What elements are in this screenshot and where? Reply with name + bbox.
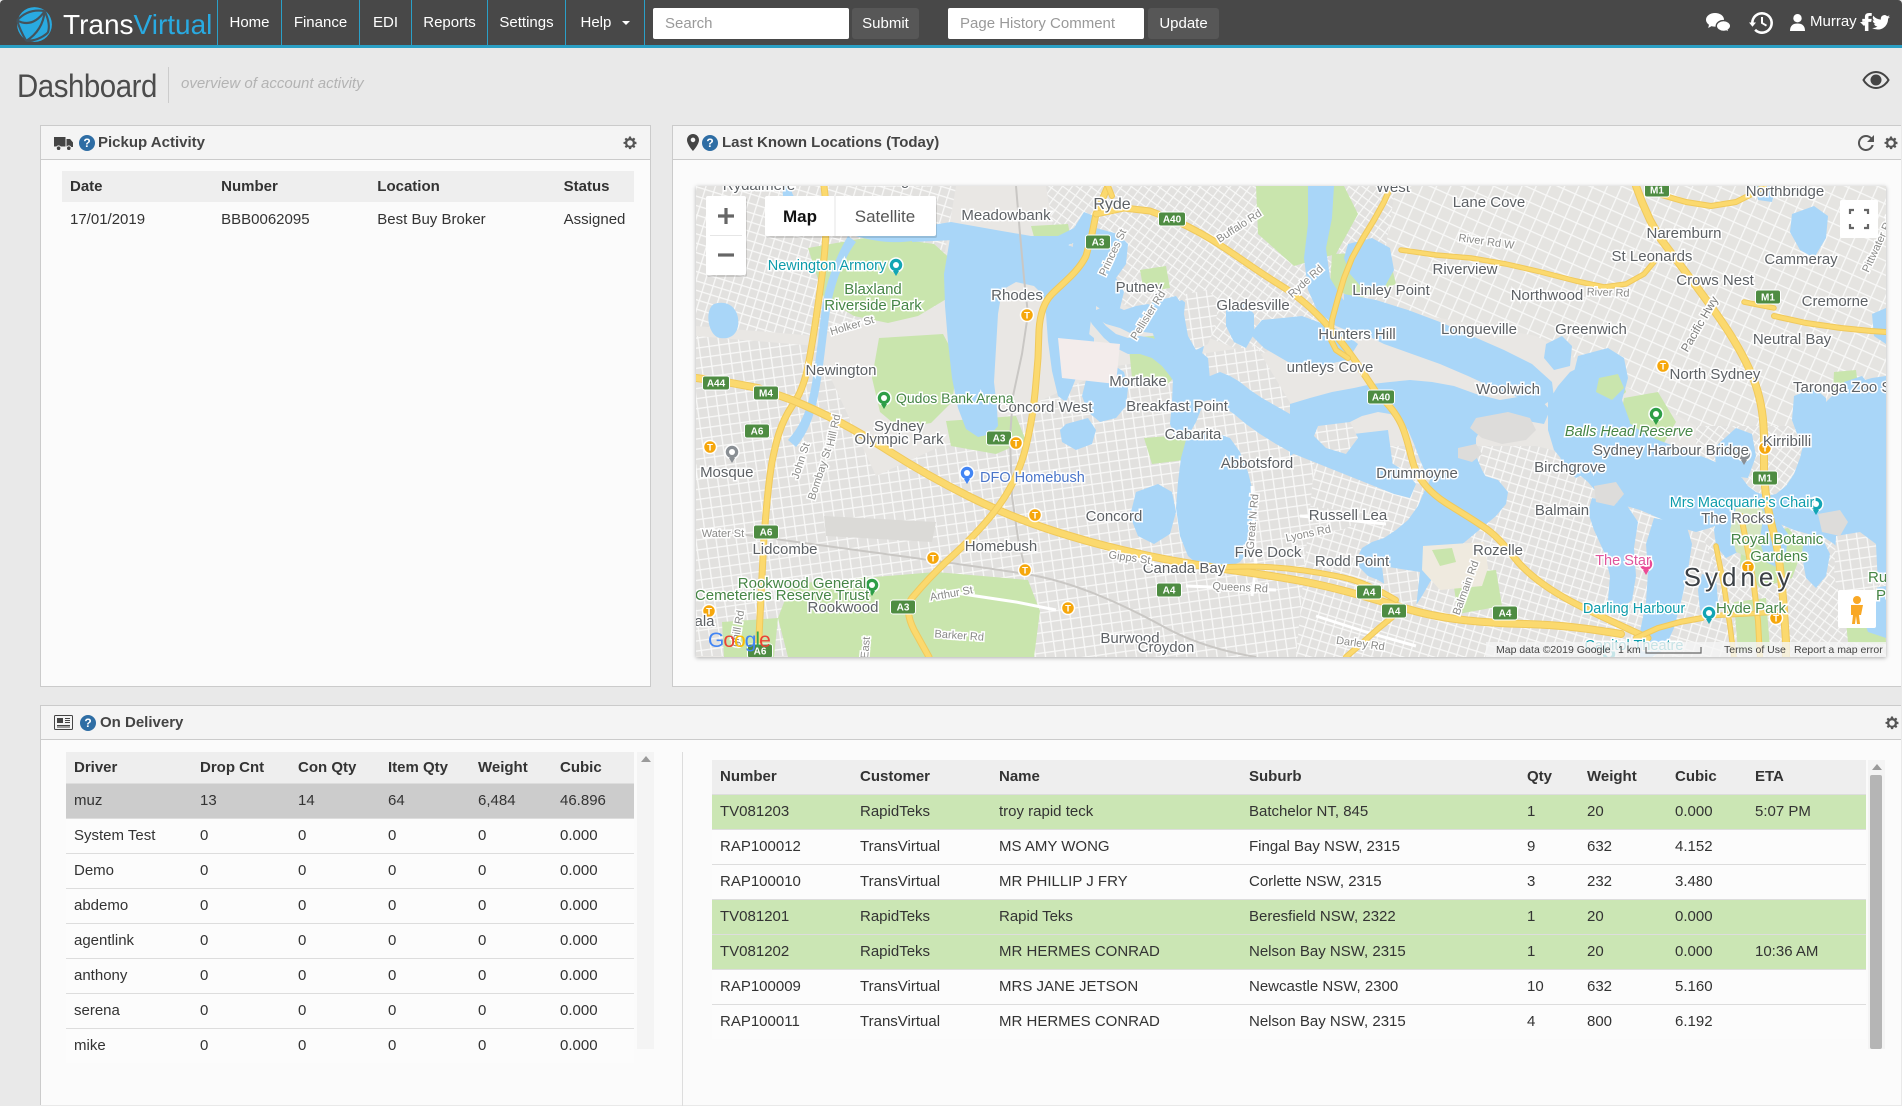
svg-text:Rodd Point: Rodd Point [1315, 553, 1390, 570]
svg-text:T: T [1660, 362, 1666, 373]
svg-text:Cabarita: Cabarita [1165, 426, 1222, 443]
svg-text:Report a map error: Report a map error [1794, 644, 1883, 656]
svg-text:West: West [1376, 186, 1411, 196]
svg-text:rala: rala [696, 613, 715, 630]
svg-text:M1: M1 [1761, 293, 1775, 304]
svg-text:Longueville: Longueville [1441, 321, 1517, 338]
svg-text:Rushcutt: Rushcutt [1868, 569, 1886, 586]
svg-text:DFO Homebush: DFO Homebush [980, 470, 1085, 486]
svg-text:Abbotsford: Abbotsford [1221, 455, 1294, 472]
svg-text:Lidcombe: Lidcombe [752, 541, 817, 558]
svg-text:Map: Map [783, 207, 817, 226]
svg-text:A6: A6 [760, 528, 773, 539]
svg-text:A4: A4 [1363, 588, 1376, 599]
svg-text:Kirribilli: Kirribilli [1763, 433, 1811, 450]
svg-text:Neutral Bay: Neutral Bay [1753, 331, 1832, 348]
svg-text:A4: A4 [1388, 607, 1401, 618]
svg-text:Taronga Zoo Sy: Taronga Zoo Sy [1793, 379, 1886, 396]
svg-text:Map data ©2019 Google: Map data ©2019 Google [1496, 644, 1611, 656]
svg-text:Terms of Use: Terms of Use [1724, 644, 1786, 656]
svg-text:Pa: Pa [1876, 587, 1886, 604]
svg-text:Satellite: Satellite [855, 207, 915, 226]
svg-text:Sydney Harbour Bridge: Sydney Harbour Bridge [1593, 442, 1749, 459]
svg-text:Russell Lea: Russell Lea [1309, 507, 1388, 524]
svg-text:T: T [1024, 311, 1030, 322]
svg-text:1 km: 1 km [1618, 644, 1641, 656]
svg-text:Greenwich: Greenwich [1555, 321, 1627, 338]
svg-text:Concord: Concord [1086, 508, 1143, 525]
svg-text:Northbridge: Northbridge [1746, 186, 1824, 200]
svg-text:Riverside Park: Riverside Park [824, 297, 922, 314]
svg-text:Darling Harbour: Darling Harbour [1583, 601, 1686, 617]
svg-text:Mortlake: Mortlake [1109, 373, 1167, 390]
svg-text:Birchgrove: Birchgrove [1534, 459, 1606, 476]
svg-text:Rydalmere: Rydalmere [723, 186, 796, 194]
svg-text:Rozelle: Rozelle [1473, 542, 1523, 559]
svg-text:Crows Nest: Crows Nest [1676, 272, 1754, 289]
svg-text:Riverview: Riverview [1432, 261, 1497, 278]
svg-text:untleys Cove: untleys Cove [1287, 359, 1374, 376]
svg-text:A3: A3 [993, 434, 1006, 445]
svg-text:Breakfast Point: Breakfast Point [1126, 398, 1229, 415]
svg-text:A44: A44 [707, 379, 726, 390]
svg-text:Cammeray: Cammeray [1764, 251, 1838, 268]
svg-text:Northwood: Northwood [1511, 287, 1584, 304]
svg-text:Cemeteries Reserve Trust: Cemeteries Reserve Trust [696, 587, 870, 604]
svg-text:Cremorne: Cremorne [1802, 293, 1869, 310]
svg-text:St Leonards: St Leonards [1612, 248, 1693, 265]
svg-text:T: T [1013, 439, 1019, 450]
svg-text:Naremburn: Naremburn [1646, 225, 1721, 242]
svg-text:Hunters Hill: Hunters Hill [1318, 326, 1396, 343]
svg-text:Lane Cove: Lane Cove [1453, 194, 1526, 211]
svg-text:M4: M4 [759, 389, 773, 400]
svg-text:Mrs Macquarie's Chair: Mrs Macquarie's Chair [1670, 495, 1815, 511]
svg-text:M1: M1 [1758, 474, 1772, 485]
svg-text:Woolwich: Woolwich [1476, 381, 1540, 398]
svg-text:A6: A6 [751, 427, 764, 438]
svg-text:Balls Head Reserve: Balls Head Reserve [1565, 424, 1693, 440]
svg-text:i Mosque: i Mosque [696, 464, 753, 481]
svg-text:Royal Botanic: Royal Botanic [1731, 531, 1824, 548]
svg-text:Ryde: Ryde [1093, 196, 1130, 213]
svg-text:T: T [930, 554, 936, 565]
svg-text:T: T [1065, 604, 1071, 615]
svg-text:Google: Google [708, 629, 770, 652]
svg-text:Homebush: Homebush [965, 538, 1038, 555]
svg-text:Hyde Park: Hyde Park [1716, 600, 1787, 617]
svg-text:A40: A40 [1372, 393, 1391, 404]
svg-text:A40: A40 [1163, 215, 1182, 226]
svg-text:The Star: The Star [1595, 553, 1651, 569]
svg-text:Croydon: Croydon [1138, 639, 1195, 656]
svg-text:A3: A3 [1092, 238, 1105, 249]
svg-text:A4: A4 [1163, 586, 1176, 597]
svg-text:Meadowbank: Meadowbank [961, 207, 1051, 224]
svg-text:Olympic Park: Olympic Park [854, 431, 944, 448]
svg-text:East: East [859, 636, 873, 657]
svg-text:Linley Point: Linley Point [1352, 282, 1430, 299]
svg-text:T: T [707, 443, 713, 454]
svg-text:Balmain: Balmain [1535, 502, 1589, 519]
svg-text:River Rd: River Rd [1587, 286, 1630, 299]
svg-text:T: T [1022, 566, 1028, 577]
svg-text:North Sydney: North Sydney [1670, 366, 1761, 383]
svg-text:Gladesville: Gladesville [1216, 297, 1289, 314]
svg-text:A4: A4 [1499, 609, 1512, 620]
svg-text:Sydney: Sydney [1684, 562, 1795, 592]
svg-text:Water St: Water St [702, 528, 744, 540]
svg-text:Blaxland: Blaxland [844, 281, 902, 298]
svg-text:Drummoyne: Drummoyne [1376, 465, 1458, 482]
svg-text:The Rocks: The Rocks [1701, 510, 1773, 527]
svg-text:Rhodes: Rhodes [991, 287, 1043, 304]
svg-text:A3: A3 [897, 603, 910, 614]
svg-text:Ermington: Ermington [862, 186, 930, 189]
svg-text:Newington Armory: Newington Armory [768, 258, 887, 274]
svg-text:M1: M1 [1650, 186, 1664, 197]
svg-text:Newington: Newington [806, 362, 877, 379]
svg-text:Canada Bay: Canada Bay [1143, 560, 1226, 577]
svg-text:T: T [1032, 511, 1038, 522]
svg-text:Qudos Bank Arena: Qudos Bank Arena [896, 390, 1014, 406]
